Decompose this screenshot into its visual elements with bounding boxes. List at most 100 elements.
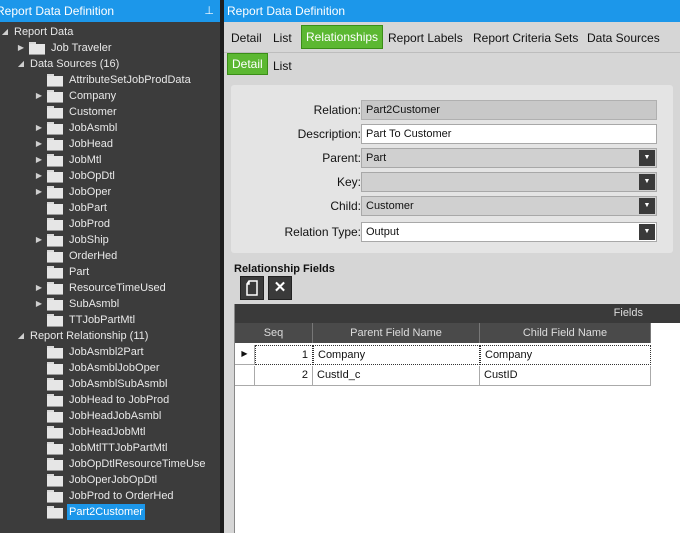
folder-icon — [47, 170, 63, 183]
tree-node-label: Report Data — [14, 26, 74, 38]
relationship-detail-form: Relation: Part2Customer Description: Par… — [231, 85, 673, 253]
folder-icon — [47, 218, 63, 231]
tab-detail[interactable]: Detail — [231, 28, 262, 48]
column-header-seq[interactable]: Seq — [235, 323, 313, 343]
folder-icon — [47, 138, 63, 151]
column-header-child-field[interactable]: Child Field Name — [480, 323, 651, 343]
description-field[interactable]: Part To Customer — [361, 124, 657, 144]
cell-seq[interactable]: 2 — [255, 366, 313, 386]
cell-parent-field[interactable]: CustId_c — [313, 366, 480, 386]
expand-arrow-icon[interactable]: ▶ — [16, 40, 26, 56]
folder-icon — [47, 186, 63, 199]
grid-group-header: Fields — [235, 304, 680, 323]
cell-child-field[interactable]: CustID — [480, 366, 651, 386]
table-row[interactable]: ▶ 1 Company Company — [235, 345, 651, 365]
description-label: Description: — [297, 127, 361, 141]
grid-column-headers: Seq Parent Field Name Child Field Name — [235, 323, 651, 343]
relation-field[interactable]: Part2Customer — [361, 100, 657, 120]
folder-icon — [47, 458, 63, 471]
description-row: Description: Part To Customer — [231, 124, 673, 144]
folder-icon — [47, 442, 63, 455]
collapse-arrow-icon[interactable]: ◢ — [0, 24, 10, 40]
tree-node-label: ResourceTimeUsed — [69, 282, 166, 294]
relation-label: Relation: — [313, 103, 361, 117]
tree-node-label: OrderHed — [69, 250, 118, 262]
tree-node-label: Customer — [69, 106, 117, 118]
child-value: Customer — [366, 200, 414, 212]
relation-type-select[interactable]: Output ▼ — [361, 222, 657, 242]
key-label: Key: — [336, 175, 361, 189]
cell-parent-field[interactable]: Company — [313, 345, 480, 365]
relation-type-row: Relation Type: Output ▼ — [231, 222, 673, 242]
expand-arrow-icon[interactable]: ▶ — [34, 296, 44, 312]
chevron-down-icon[interactable]: ▼ — [639, 224, 655, 240]
folder-icon — [47, 346, 63, 359]
left-panel: Report Data Definition ⊥ ◢ Report Data ▶ Jo… — [0, 0, 220, 533]
folder-icon — [47, 282, 63, 295]
tab-report-criteria-sets[interactable]: Report Criteria Sets — [473, 28, 578, 48]
tree-node-label: SubAsmbl — [69, 298, 120, 310]
collapse-arrow-icon[interactable]: ◢ — [16, 328, 26, 344]
row-selector[interactable]: ▶ — [235, 345, 255, 365]
tree-node-label: JobProd to OrderHed — [69, 490, 174, 502]
tab-relationships[interactable]: Relationships — [301, 25, 384, 49]
expand-arrow-icon[interactable]: ▶ — [34, 280, 44, 296]
expand-arrow-icon[interactable]: ▶ — [34, 232, 44, 248]
relationship-fields-grid: Fields Seq Parent Field Name Child Field… — [234, 304, 680, 533]
parent-value: Part — [366, 152, 387, 164]
folder-icon — [47, 90, 63, 103]
key-row: Key: ▼ — [231, 172, 673, 192]
folder-icon — [47, 202, 63, 215]
new-document-icon[interactable] — [240, 276, 264, 300]
relation-type-value: Output — [366, 226, 400, 238]
tree-node-label: Company — [69, 90, 117, 102]
sub-tabs: Detail List — [224, 52, 680, 76]
tree-node-label: JobShip — [69, 234, 109, 246]
folder-icon — [47, 122, 63, 135]
expand-arrow-icon[interactable]: ▶ — [34, 136, 44, 152]
subtab-detail[interactable]: Detail — [227, 53, 268, 75]
relation-row: Relation: Part2Customer — [231, 100, 673, 120]
cell-seq[interactable]: 1 — [255, 345, 313, 365]
fields-group-label: Fields — [613, 307, 643, 319]
tree-node-label: JobHeadJobAsmbl — [69, 410, 162, 422]
pin-icon[interactable]: ⊥ — [204, 0, 214, 22]
folder-icon — [47, 298, 63, 311]
key-select[interactable]: ▼ — [361, 172, 657, 192]
row-selector[interactable] — [235, 366, 255, 386]
tree-node-label: Part2Customer — [67, 504, 145, 520]
subtab-list[interactable]: List — [273, 56, 292, 76]
tree-node-label: AttributeSetJobProdData — [69, 74, 191, 86]
child-select[interactable]: Customer ▼ — [361, 196, 657, 216]
expand-arrow-icon[interactable]: ▶ — [34, 152, 44, 168]
chevron-down-icon[interactable]: ▼ — [639, 150, 655, 166]
collapse-arrow-icon[interactable]: ◢ — [16, 56, 26, 72]
left-panel-title-text: Report Data Definition — [0, 4, 115, 18]
right-panel-title: Report Data Definition — [224, 0, 680, 22]
chevron-down-icon[interactable]: ▼ — [639, 198, 655, 214]
delete-x-icon[interactable]: ✕ — [268, 276, 292, 300]
folder-icon — [47, 266, 63, 279]
parent-select[interactable]: Part ▼ — [361, 148, 657, 168]
table-row[interactable]: 2 CustId_c CustID — [235, 366, 651, 386]
expand-arrow-icon[interactable]: ▶ — [34, 88, 44, 104]
cell-child-field[interactable]: Company — [480, 345, 651, 365]
tab-report-labels[interactable]: Report Labels — [388, 28, 463, 48]
tree-node-label: Part — [69, 266, 90, 278]
tab-list[interactable]: List — [273, 28, 292, 48]
tab-data-sources[interactable]: Data Sources — [587, 28, 660, 48]
expand-arrow-icon[interactable]: ▶ — [34, 184, 44, 200]
tree-node-label: JobAsmblSubAsmbl — [69, 378, 168, 390]
folder-icon — [47, 506, 63, 519]
column-header-parent-field[interactable]: Parent Field Name — [313, 323, 480, 343]
tree-node-label: JobMtl — [69, 154, 102, 166]
tree-node-label: Job Traveler — [51, 42, 112, 54]
tree-node-label: JobHead — [69, 138, 114, 150]
chevron-down-icon[interactable]: ▼ — [639, 174, 655, 190]
expand-arrow-icon[interactable]: ▶ — [34, 120, 44, 136]
expand-arrow-icon[interactable]: ▶ — [34, 168, 44, 184]
tree-node-label: JobProd — [69, 218, 110, 230]
tree-node-label: JobHeadJobMtl — [69, 426, 146, 438]
relationship-fields-title: Relationship Fields — [234, 263, 335, 275]
tree-node-label: JobAsmblJobOper — [69, 362, 160, 374]
